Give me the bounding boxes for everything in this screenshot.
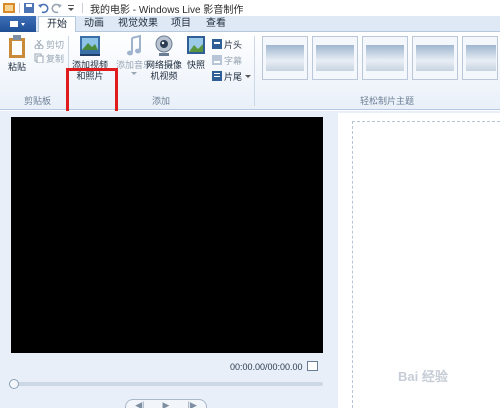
customize-quick-access-icon[interactable] bbox=[65, 2, 77, 14]
chevron-down-icon bbox=[245, 74, 252, 78]
undo-icon[interactable] bbox=[37, 2, 49, 14]
title-icon bbox=[212, 39, 222, 49]
timecode: 00:00.00/00:00.00 bbox=[230, 362, 303, 372]
credits-label: 片尾 bbox=[224, 71, 243, 82]
divider bbox=[19, 3, 20, 13]
playback-controls: ◀| ▶ |▶ bbox=[125, 399, 207, 408]
theme-thumbnail[interactable] bbox=[462, 36, 498, 80]
tab-home[interactable]: 开始 bbox=[38, 16, 76, 33]
clipboard-icon bbox=[9, 35, 25, 58]
add-media-icon bbox=[80, 36, 100, 56]
window-title: 我的电影 - Windows Live 影音制作 bbox=[90, 4, 244, 16]
clipboard-group-label: 剪贴板 bbox=[24, 96, 52, 106]
theme-thumbnail[interactable] bbox=[362, 36, 408, 80]
tab-view[interactable]: 查看 bbox=[198, 16, 234, 32]
webcam-icon bbox=[155, 35, 173, 56]
cut-label: 剪切 bbox=[46, 39, 65, 50]
autoMovie-themes-gallery bbox=[258, 36, 500, 90]
copy-icon bbox=[34, 53, 44, 63]
paste-label: 粘贴 bbox=[7, 62, 26, 72]
themes-group-label: 轻松制片主题 bbox=[360, 96, 415, 106]
ribbon: 粘贴 剪切 复制 剪贴板 添加视频 和照片 添加音乐 网络摄像 机视频 快照 片… bbox=[0, 32, 500, 130]
seek-bar[interactable] bbox=[11, 382, 323, 386]
credits-button[interactable]: 片尾 bbox=[212, 70, 252, 82]
credits-icon bbox=[212, 71, 222, 81]
watermark: Bai 经验 bbox=[398, 369, 448, 384]
chevron-down-icon bbox=[131, 72, 137, 75]
play-icon[interactable]: ▶ bbox=[163, 400, 170, 408]
copy-label: 复制 bbox=[46, 53, 65, 64]
cut-button[interactable]: 剪切 bbox=[34, 38, 64, 50]
theme-thumbnail[interactable] bbox=[412, 36, 458, 80]
group-divider bbox=[254, 36, 255, 106]
divider bbox=[82, 3, 83, 13]
next-frame-icon[interactable]: |▶ bbox=[188, 400, 197, 408]
add-group-label: 添加 bbox=[152, 96, 171, 106]
webcam-label-line2: 机视频 bbox=[150, 71, 178, 81]
music-note-icon bbox=[127, 34, 141, 56]
save-icon[interactable] bbox=[23, 2, 35, 14]
snapshot-label: 快照 bbox=[186, 60, 205, 70]
fullscreen-icon[interactable] bbox=[307, 361, 318, 371]
tab-project[interactable]: 项目 bbox=[163, 16, 199, 32]
tab-visual-effects[interactable]: 视觉效果 bbox=[110, 16, 166, 32]
ribbon-tab-bar: 开始 动画 视觉效果 项目 查看 bbox=[0, 16, 500, 33]
storyboard-pane[interactable] bbox=[338, 113, 500, 408]
theme-thumbnail[interactable] bbox=[262, 36, 308, 80]
caption-icon bbox=[212, 55, 222, 65]
previous-frame-icon[interactable]: ◀| bbox=[135, 400, 144, 408]
caption-button[interactable]: 字幕 bbox=[212, 54, 242, 66]
seek-thumb[interactable] bbox=[9, 379, 19, 389]
redo-icon[interactable] bbox=[51, 2, 63, 14]
title-label: 片头 bbox=[224, 39, 243, 50]
scissors-icon bbox=[34, 39, 44, 49]
copy-button[interactable]: 复制 bbox=[34, 52, 64, 64]
video-preview[interactable] bbox=[11, 117, 323, 353]
storyboard-drop-area[interactable] bbox=[352, 121, 500, 408]
workspace: 00:00.00/00:00.00 ◀| ▶ |▶ bbox=[0, 111, 500, 408]
webcam-video-button[interactable]: 网络摄像 机视频 bbox=[146, 34, 182, 82]
app-icon[interactable] bbox=[2, 2, 16, 14]
snapshot-button[interactable]: 快照 bbox=[185, 34, 207, 71]
file-menu-button[interactable] bbox=[0, 16, 36, 32]
snapshot-icon bbox=[187, 36, 205, 54]
webcam-label-line1: 网络摄像 bbox=[146, 60, 183, 70]
title-bar: 我的电影 - Windows Live 影音制作 bbox=[0, 0, 500, 16]
tab-animations[interactable]: 动画 bbox=[76, 16, 112, 32]
file-menu-icon bbox=[10, 21, 25, 27]
title-button[interactable]: 片头 bbox=[212, 38, 242, 50]
paste-button[interactable]: 粘贴 bbox=[6, 34, 28, 73]
caption-label: 字幕 bbox=[224, 55, 243, 66]
theme-thumbnail[interactable] bbox=[312, 36, 358, 80]
